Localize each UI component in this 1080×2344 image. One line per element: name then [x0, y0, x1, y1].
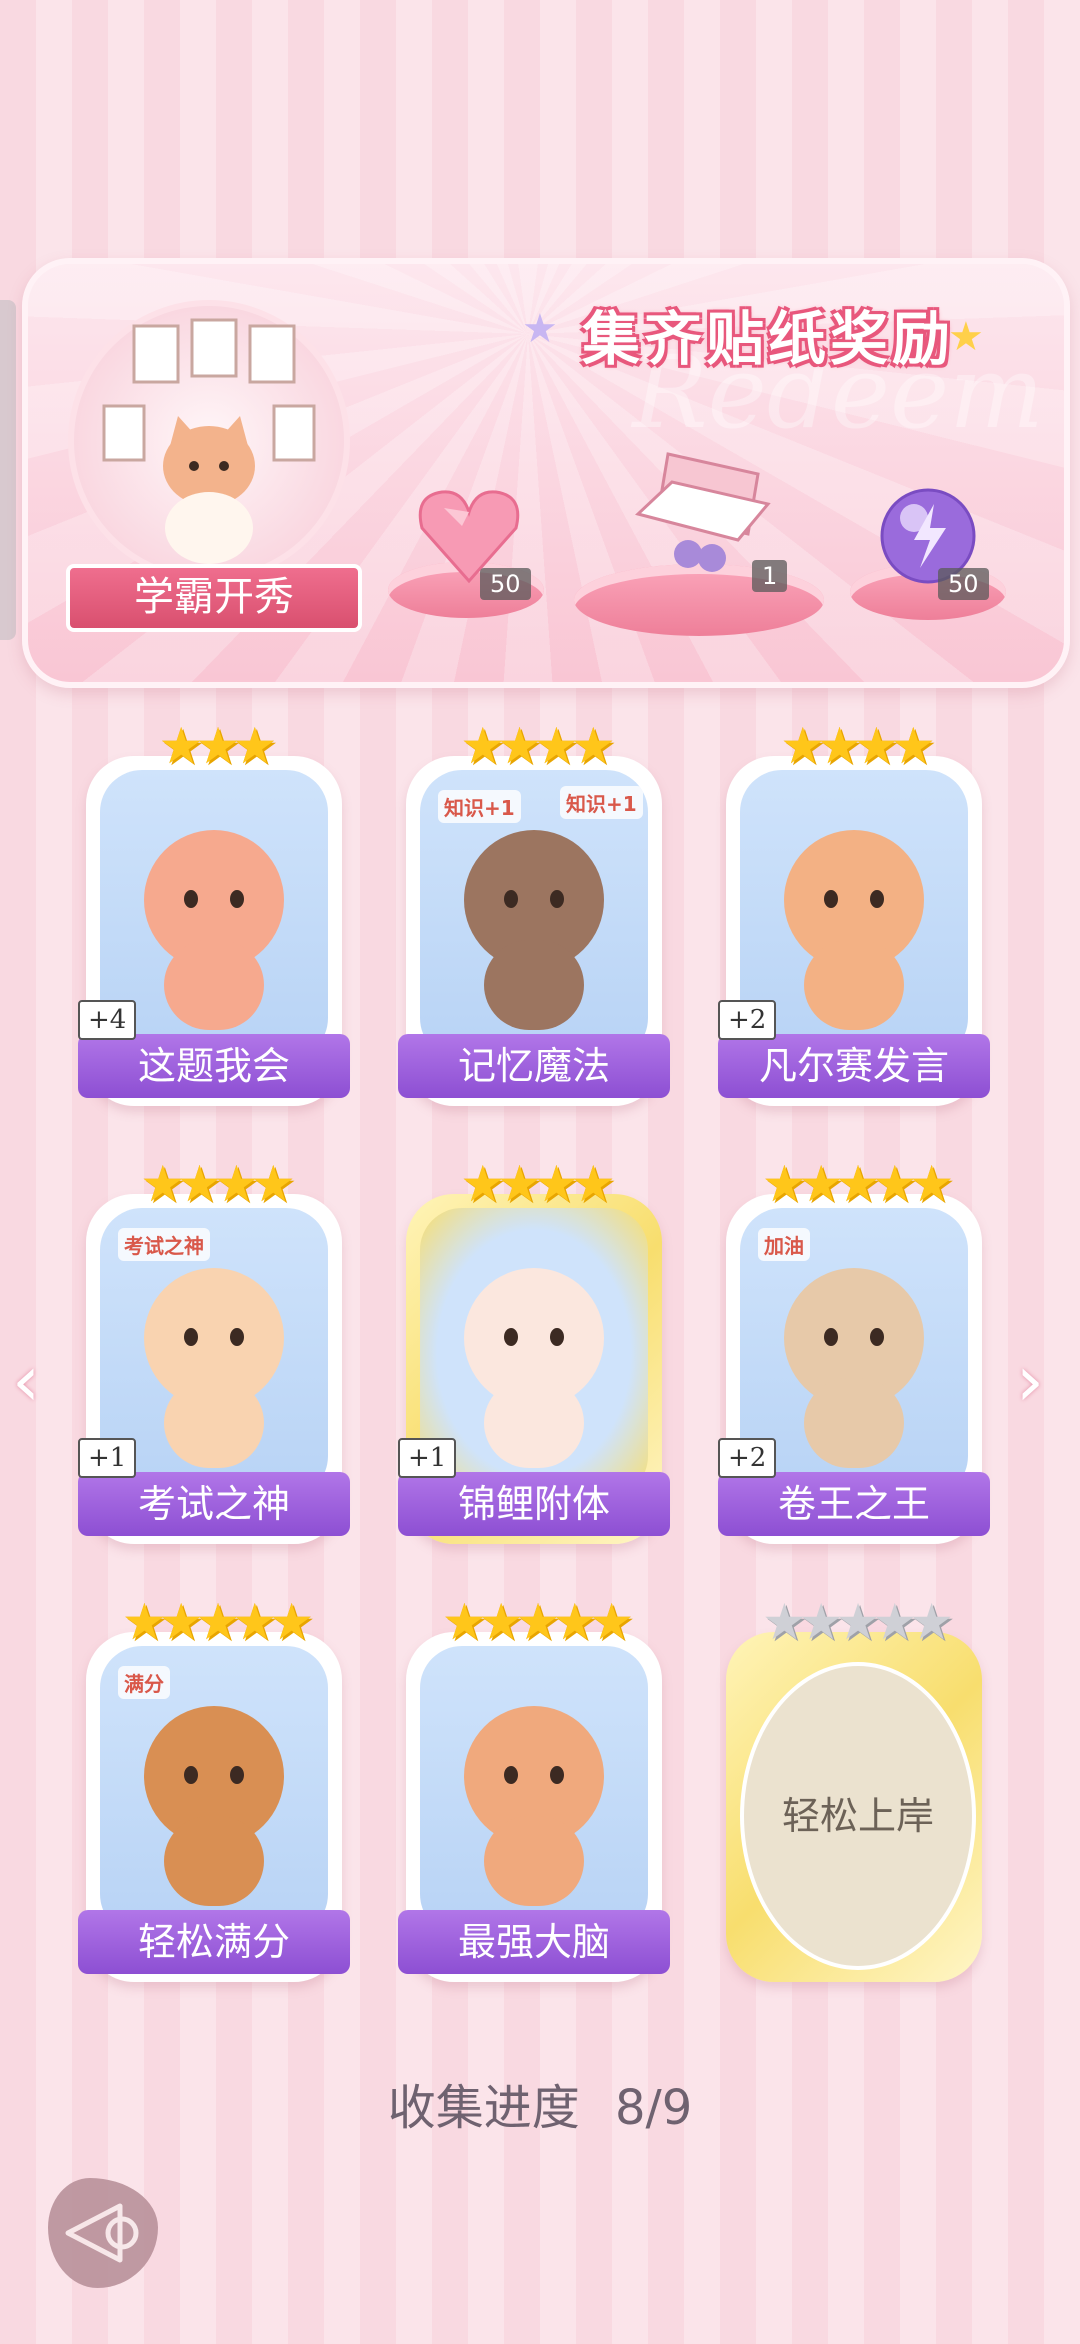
eye — [550, 1766, 564, 1784]
sticker-card[interactable]: 知识+1 知识+1 记忆魔法 ★★★★ — [398, 716, 670, 1106]
eye — [550, 1328, 564, 1346]
progress-label: 收集进度 — [387, 2080, 580, 2136]
progress-value: 8/9 — [615, 2080, 693, 2136]
sticker-card[interactable]: 这题我会 +4 ★★★ — [78, 716, 350, 1106]
duplicate-count-badge: +1 — [78, 1438, 137, 1478]
reward-count: 1 — [752, 560, 788, 592]
duplicate-count-badge: +1 — [398, 1438, 457, 1478]
sticker-card[interactable]: 锦鲤附体 +1 ★★★★ — [398, 1154, 670, 1544]
sticker-name: 考试之神 — [78, 1472, 350, 1536]
star-rating-icon: ★★★★ — [460, 717, 615, 775]
eye — [550, 890, 564, 908]
duplicate-count-badge: +2 — [718, 1000, 777, 1040]
eye — [184, 1328, 198, 1346]
sticker-card[interactable]: 轻松上岸 ★★★★★ — [726, 1592, 982, 1982]
back-arrow-icon — [65, 2203, 139, 2263]
sticker-art: 满分 — [100, 1646, 328, 1936]
sticker-name: 锦鲤附体 — [398, 1472, 670, 1536]
eye — [230, 890, 244, 908]
sticker-overlay-text: 考试之神 — [118, 1228, 210, 1261]
locked-sticker-label: 轻松上岸 — [740, 1662, 976, 1970]
sticker-card[interactable]: 最强大脑 ★★★★★ — [398, 1592, 670, 1982]
portrait-label: 学霸开秀 — [66, 564, 362, 632]
sticker-art: 知识+1 知识+1 — [420, 770, 648, 1060]
eye — [184, 1766, 198, 1784]
sticker-overlay-text: 知识+1 — [560, 786, 643, 819]
star-rating-icon: ★★★★★ — [761, 1593, 954, 1651]
reward-count: 50 — [480, 568, 531, 600]
star-rating-icon: ★★★★ — [140, 1155, 295, 1213]
eye — [870, 1328, 884, 1346]
collection-progress: 收集进度 8/9 — [0, 2068, 1080, 2138]
eye — [504, 1766, 518, 1784]
star-rating-icon: ★★★★★ — [121, 1593, 314, 1651]
star-decoration-icon: ★ — [522, 306, 558, 352]
side-drawer-tab[interactable] — [0, 300, 16, 640]
eye — [184, 890, 198, 908]
sticker-name: 轻松满分 — [78, 1910, 350, 1974]
star-rating-icon: ★★★★★ — [761, 1155, 954, 1213]
reward-count: 50 — [938, 568, 989, 600]
next-page-arrow-icon[interactable]: › — [1016, 1340, 1044, 1422]
eye — [230, 1328, 244, 1346]
eye — [824, 1328, 838, 1346]
sticker-name: 卷王之王 — [718, 1472, 990, 1536]
animal-body — [804, 940, 904, 1030]
animal-body — [484, 940, 584, 1030]
eye — [230, 1766, 244, 1784]
cat-with-papers-icon — [102, 318, 316, 564]
star-rating-icon: ★★★ — [158, 717, 277, 775]
sticker-overlay-text: 满分 — [118, 1666, 170, 1699]
eye — [504, 890, 518, 908]
sticker-name: 记忆魔法 — [398, 1034, 670, 1098]
duplicate-count-badge: +4 — [78, 1000, 137, 1040]
eye — [870, 890, 884, 908]
sticker-card[interactable]: 考试之神 考试之神 +1 ★★★★ — [78, 1154, 350, 1544]
sticker-overlay-text: 知识+1 — [438, 790, 521, 823]
star-rating-icon: ★★★★ — [780, 717, 935, 775]
sticker-card[interactable]: 加油卷王之王 +2 ★★★★★ — [718, 1154, 990, 1544]
eye — [504, 1328, 518, 1346]
sticker-card[interactable]: 凡尔赛发言 +2 ★★★★ — [718, 716, 990, 1106]
animal-body — [164, 1816, 264, 1906]
sticker-card[interactable]: 满分轻松满分 ★★★★★ — [78, 1592, 350, 1982]
animal-body — [484, 1378, 584, 1468]
sticker-name: 最强大脑 — [398, 1910, 670, 1974]
portrait-sticker-cat-with-papers — [68, 300, 350, 582]
previous-page-arrow-icon[interactable]: ‹ — [12, 1340, 40, 1422]
star-rating-icon: ★★★★ — [460, 1155, 615, 1213]
sticker-name: 凡尔赛发言 — [718, 1034, 990, 1098]
sticker-art — [420, 1646, 648, 1936]
animal-body — [804, 1378, 904, 1468]
banner-title: 集齐贴纸奖励 — [581, 305, 954, 373]
eye — [824, 890, 838, 908]
animal-body — [484, 1816, 584, 1906]
star-rating-icon: ★★★★★ — [441, 1593, 634, 1651]
sticker-overlay-text: 加油 — [758, 1228, 810, 1261]
back-button[interactable] — [48, 2178, 158, 2288]
duplicate-count-badge: +2 — [718, 1438, 777, 1478]
animal-body — [164, 940, 264, 1030]
reward-banner: Redeem ★ ★ 集齐贴纸奖励 学霸开秀 50 1 50 — [22, 258, 1070, 688]
sticker-name: 这题我会 — [78, 1034, 350, 1098]
animal-body — [164, 1378, 264, 1468]
